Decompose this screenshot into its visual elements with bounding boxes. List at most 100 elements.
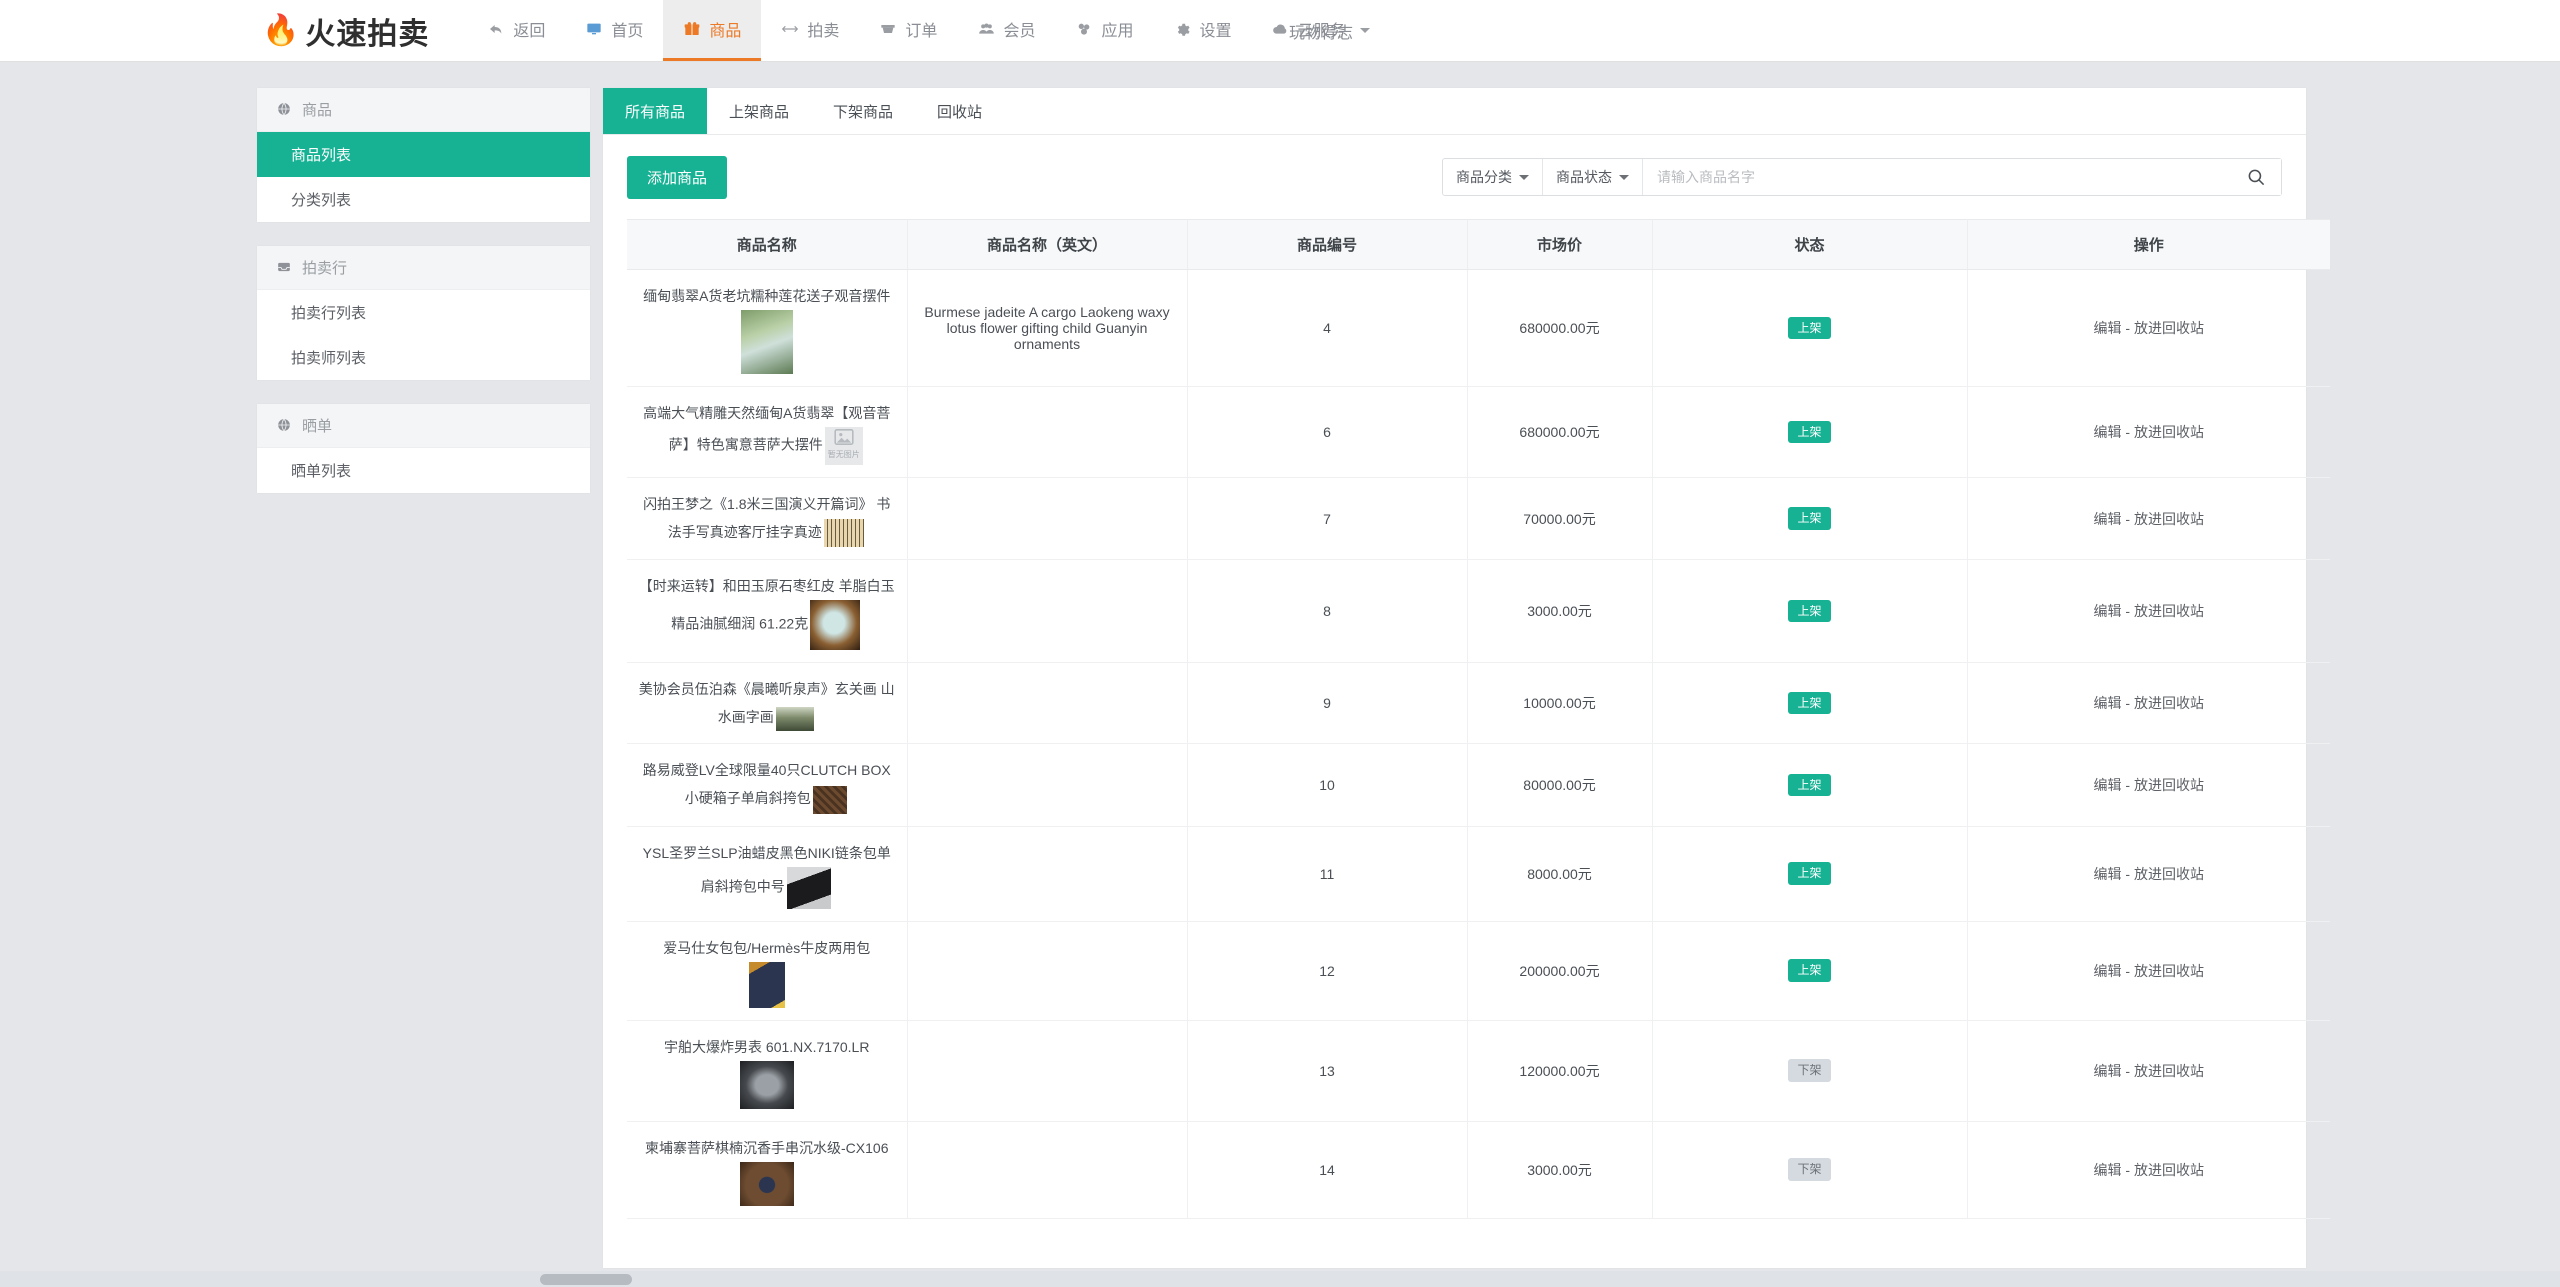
product-name-en-cell bbox=[907, 662, 1188, 745]
product-name-cell: YSL圣罗兰SLP油蜡皮黑色NIKI链条包单肩斜挎包中号 bbox=[627, 826, 908, 922]
product-status-cell: 上架 bbox=[1652, 477, 1968, 561]
nav-item-应用[interactable]: 应用 bbox=[1055, 0, 1153, 61]
status-badge: 上架 bbox=[1788, 692, 1831, 715]
table-row: YSL圣罗兰SLP油蜡皮黑色NIKI链条包单肩斜挎包中号 11 8000.00元 上架… bbox=[627, 826, 2330, 922]
table-row: 缅甸翡翠A货老坑糯种莲花送子观音摆件 Burmese jadeite A carg… bbox=[627, 269, 2330, 387]
sidebar-group-title: 晒单 bbox=[302, 418, 333, 435]
table-row: 闪拍王梦之《1.8米三国演义开篇词》 书法手写真迹客厅挂字真迹 7 70000.00… bbox=[627, 477, 2330, 561]
thumbnail-placeholder-text: 暂无图片 bbox=[827, 450, 860, 459]
nav-item-label: 会员 bbox=[1003, 23, 1036, 40]
gear-icon bbox=[1173, 20, 1191, 38]
product-name-cell: 闪拍王梦之《1.8米三国演义开篇词》 书法手写真迹客厅挂字真迹 bbox=[627, 477, 908, 561]
tab-下架商品[interactable]: 下架商品 bbox=[811, 88, 915, 134]
product-price-cell: 680000.00元 bbox=[1467, 386, 1653, 478]
top-navigation-bar: 🔥 火速拍卖 返回 首页 商品 拍卖 订单 会员 应用 设置 云服务 玩物得志 bbox=[0, 0, 2560, 62]
product-name-en-cell bbox=[907, 477, 1188, 561]
main-panel: 所有商品 上架商品 下架商品 回收站 添加商品 商品分类 商品状态 请输入商品名… bbox=[603, 88, 2330, 1268]
row-actions-link[interactable]: 编辑 - 放进回收站 bbox=[2094, 866, 2204, 882]
product-id-cell: 7 bbox=[1187, 477, 1468, 561]
product-name: YSL圣罗兰SLP油蜡皮黑色NIKI链条包单肩斜挎包中号 bbox=[637, 839, 897, 909]
row-actions-link[interactable]: 编辑 - 放进回收站 bbox=[2094, 695, 2204, 711]
row-actions-link[interactable]: 编辑 - 放进回收站 bbox=[2094, 603, 2204, 619]
product-status-cell: 上架 bbox=[1652, 921, 1968, 1021]
column-header: 商品名称（英文） bbox=[907, 219, 1188, 270]
row-actions-link[interactable]: 编辑 - 放进回收站 bbox=[2094, 511, 2204, 527]
status-badge: 上架 bbox=[1788, 600, 1831, 623]
row-actions-link[interactable]: 编辑 - 放进回收站 bbox=[2094, 777, 2204, 793]
sidebar-item-晒单列表[interactable]: 晒单列表 bbox=[257, 448, 590, 493]
nav-item-设置[interactable]: 设置 bbox=[1153, 0, 1251, 61]
sidebar-item-分类列表[interactable]: 分类列表 bbox=[257, 177, 590, 222]
brand-title: 火速拍卖 bbox=[305, 17, 430, 51]
product-id-cell: 12 bbox=[1187, 921, 1468, 1021]
row-actions-link[interactable]: 编辑 - 放进回收站 bbox=[2094, 424, 2204, 440]
category-select[interactable]: 商品分类 bbox=[1443, 159, 1543, 195]
column-header: 操作 bbox=[1967, 219, 2330, 270]
brand-logo[interactable]: 🔥 火速拍卖 bbox=[0, 0, 429, 61]
product-name-cell: 【时来运转】和田玉原石枣红皮 羊脂白玉精品油腻细润 61.22克 bbox=[627, 559, 908, 664]
row-actions-link[interactable]: 编辑 - 放进回收站 bbox=[2094, 1162, 2204, 1178]
tab-上架商品[interactable]: 上架商品 bbox=[707, 88, 811, 134]
row-actions-link[interactable]: 编辑 - 放进回收站 bbox=[2094, 963, 2204, 979]
product-name-text: 爱马仕女包包/Hermès牛皮两用包 bbox=[663, 939, 871, 956]
product-thumbnail bbox=[739, 1060, 794, 1109]
add-product-button[interactable]: 添加商品 bbox=[627, 155, 728, 199]
nav-item-拍卖[interactable]: 拍卖 bbox=[761, 0, 859, 61]
sidebar-item-拍卖师列表[interactable]: 拍卖师列表 bbox=[257, 335, 590, 380]
search-button[interactable] bbox=[2231, 159, 2281, 195]
product-name: 缅甸翡翠A货老坑糯种莲花送子观音摆件 bbox=[637, 282, 897, 374]
nav-item-商品[interactable]: 商品 bbox=[663, 0, 762, 61]
product-name-en-cell bbox=[907, 743, 1188, 827]
row-actions-link[interactable]: 编辑 - 放进回收站 bbox=[2094, 320, 2204, 336]
status-badge: 上架 bbox=[1788, 959, 1831, 982]
nav-item-返回[interactable]: 返回 bbox=[467, 0, 565, 61]
table-row: 柬埔寨菩萨棋楠沉香手串沉水级-CX106 14 3000.00元 下架 编辑 - 放进回… bbox=[627, 1121, 2330, 1219]
status-select[interactable]: 商品状态 bbox=[1543, 159, 1643, 195]
product-thumbnail bbox=[740, 310, 793, 374]
sidebar-group-header: 晒单 bbox=[257, 404, 590, 448]
product-status-cell: 上架 bbox=[1652, 662, 1968, 745]
product-name-text: 美协会员伍泊森《晨曦听泉声》玄关画 山水画字画 bbox=[638, 681, 895, 726]
nav-item-订单[interactable]: 订单 bbox=[859, 0, 957, 61]
product-id-cell: 9 bbox=[1187, 662, 1468, 745]
sidebar-item-商品列表[interactable]: 商品列表 bbox=[257, 132, 590, 177]
row-actions-link[interactable]: 编辑 - 放进回收站 bbox=[2094, 1063, 2204, 1079]
product-name-en-cell: Burmese jadeite A cargo Laokeng waxy lot… bbox=[907, 269, 1188, 387]
product-thumbnail bbox=[812, 785, 847, 814]
product-table-wrapper: 商品名称 商品名称（英文） 商品编号 市场价 状态 操作 缅甸翡翠A货老坑糯种莲花送子观音… bbox=[603, 219, 2330, 1219]
product-id-cell: 4 bbox=[1187, 269, 1468, 387]
table-row: 宇舶大爆炸男表 601.NX.7170.LR 13 120000.00元 下架 编辑 -… bbox=[627, 1020, 2330, 1122]
nav-item-首页[interactable]: 首页 bbox=[565, 0, 663, 61]
horizontal-scrollbar-thumb[interactable] bbox=[540, 1274, 632, 1285]
product-status-cell: 下架 bbox=[1652, 1121, 1968, 1219]
product-thumbnail bbox=[810, 600, 861, 651]
sidebar: 商品 商品列表 分类列表 拍卖行 拍卖行列表 拍卖师列表 晒单 晒单列表 bbox=[257, 88, 590, 1268]
product-name-text: 路易威登LV全球限量40只CLUTCH BOX小硬箱子单肩斜挎包 bbox=[642, 762, 891, 807]
gift-icon bbox=[683, 20, 701, 38]
product-id-cell: 11 bbox=[1187, 826, 1468, 922]
nav-item-会员[interactable]: 会员 bbox=[957, 0, 1055, 61]
product-price-cell: 8000.00元 bbox=[1467, 826, 1653, 922]
user-name: 玩物得志 bbox=[1288, 24, 1353, 42]
product-price-cell: 10000.00元 bbox=[1467, 662, 1653, 745]
product-thumbnail bbox=[748, 961, 785, 1008]
user-menu[interactable]: 玩物得志 bbox=[1289, 0, 2560, 61]
nav-item-label: 应用 bbox=[1101, 23, 1134, 40]
product-actions-cell: 编辑 - 放进回收站 bbox=[1967, 269, 2330, 387]
product-price-cell: 3000.00元 bbox=[1467, 559, 1653, 664]
product-name-cell: 宇舶大爆炸男表 601.NX.7170.LR bbox=[627, 1020, 908, 1122]
product-thumbnail-placeholder: 暂无图片 bbox=[824, 427, 863, 465]
sidebar-item-拍卖行列表[interactable]: 拍卖行列表 bbox=[257, 290, 590, 335]
product-name-text: YSL圣罗兰SLP油蜡皮黑色NIKI链条包单肩斜挎包中号 bbox=[642, 844, 891, 895]
search-input[interactable] bbox=[1643, 159, 2231, 195]
search-group: 商品分类 商品状态 bbox=[1442, 158, 2282, 196]
tab-所有商品[interactable]: 所有商品 bbox=[603, 88, 708, 134]
product-thumbnail bbox=[786, 866, 831, 909]
sidebar-group-title: 商品 bbox=[302, 102, 333, 119]
product-name-en-cell bbox=[907, 921, 1188, 1021]
chevron-down-icon bbox=[1619, 174, 1629, 180]
product-actions-cell: 编辑 - 放进回收站 bbox=[1967, 921, 2330, 1021]
nav-item-label: 首页 bbox=[611, 23, 644, 40]
tab-回收站[interactable]: 回收站 bbox=[915, 88, 1004, 134]
product-name-text: 缅甸翡翠A货老坑糯种莲花送子观音摆件 bbox=[643, 288, 891, 304]
